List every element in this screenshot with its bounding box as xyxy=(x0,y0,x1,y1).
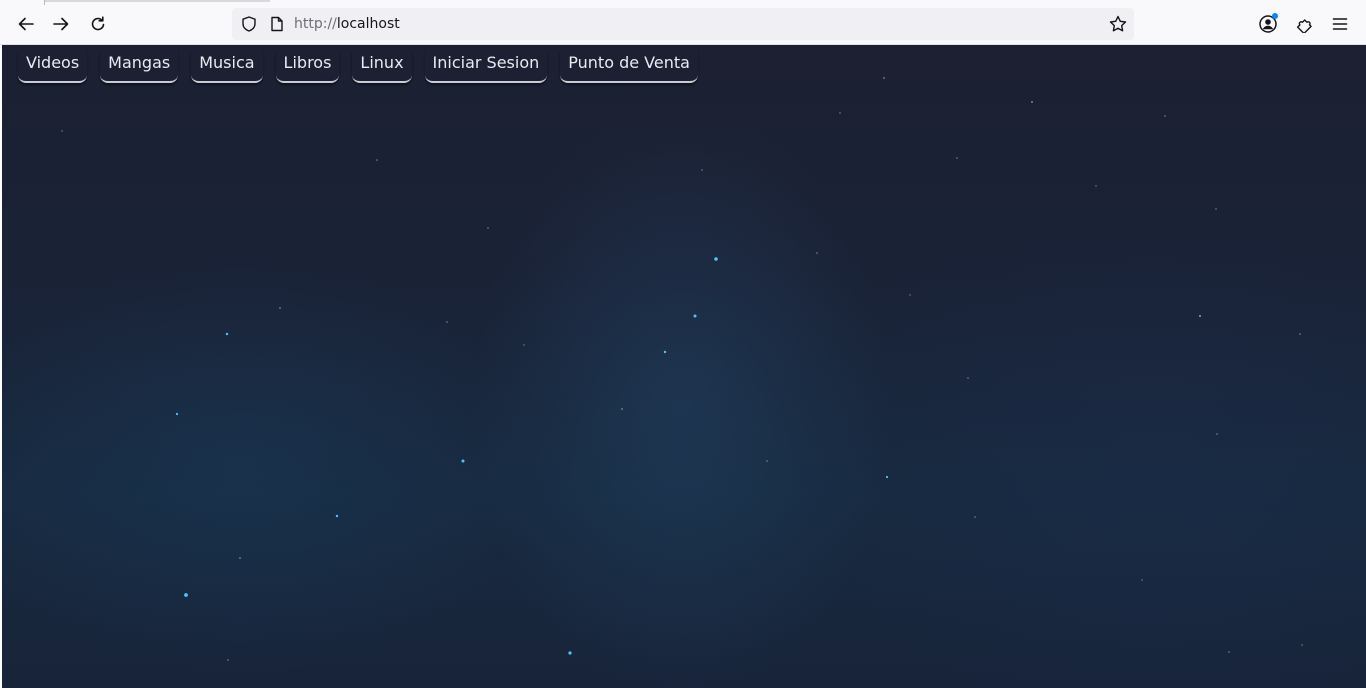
tab-strip-divider xyxy=(44,0,45,5)
url-text[interactable]: http://localhost xyxy=(294,15,400,33)
site-nav-menu: Videos Mangas Musica Libros Linux Inicia… xyxy=(18,51,698,83)
hamburger-menu-icon xyxy=(1332,18,1348,30)
nav-item-libros[interactable]: Libros xyxy=(275,51,340,83)
browser-toolbar: http://localhost xyxy=(0,0,1366,45)
tab-strip-edge xyxy=(44,0,270,2)
puzzle-icon xyxy=(1296,19,1312,33)
nav-item-punto-de-venta[interactable]: Punto de Venta xyxy=(560,51,698,83)
account-notification-badge xyxy=(1272,13,1278,19)
account-button[interactable] xyxy=(1252,8,1284,40)
forward-button[interactable] xyxy=(45,8,77,40)
starfield-background xyxy=(61,77,1303,661)
back-button[interactable] xyxy=(10,8,42,40)
url-bar[interactable]: http://localhost xyxy=(232,8,1134,40)
url-host: localhost xyxy=(336,16,400,32)
app-menu-button[interactable] xyxy=(1324,8,1356,40)
reload-button[interactable] xyxy=(82,8,114,40)
back-arrow-icon xyxy=(18,17,34,31)
nav-item-musica[interactable]: Musica xyxy=(191,51,263,83)
page-icon[interactable] xyxy=(268,15,286,33)
reload-icon xyxy=(91,16,105,31)
url-protocol: http:// xyxy=(294,16,337,32)
star-icon[interactable] xyxy=(1108,14,1128,34)
nav-item-videos[interactable]: Videos xyxy=(18,51,88,83)
forward-arrow-icon xyxy=(53,17,69,31)
nav-item-mangas[interactable]: Mangas xyxy=(100,51,179,83)
extensions-button[interactable] xyxy=(1288,8,1320,40)
page-viewport: Videos Mangas Musica Libros Linux Inicia… xyxy=(2,45,1366,688)
nav-item-iniciar-sesion[interactable]: Iniciar Sesion xyxy=(424,51,548,83)
shield-icon[interactable] xyxy=(240,15,258,33)
nav-item-linux[interactable]: Linux xyxy=(352,51,412,83)
